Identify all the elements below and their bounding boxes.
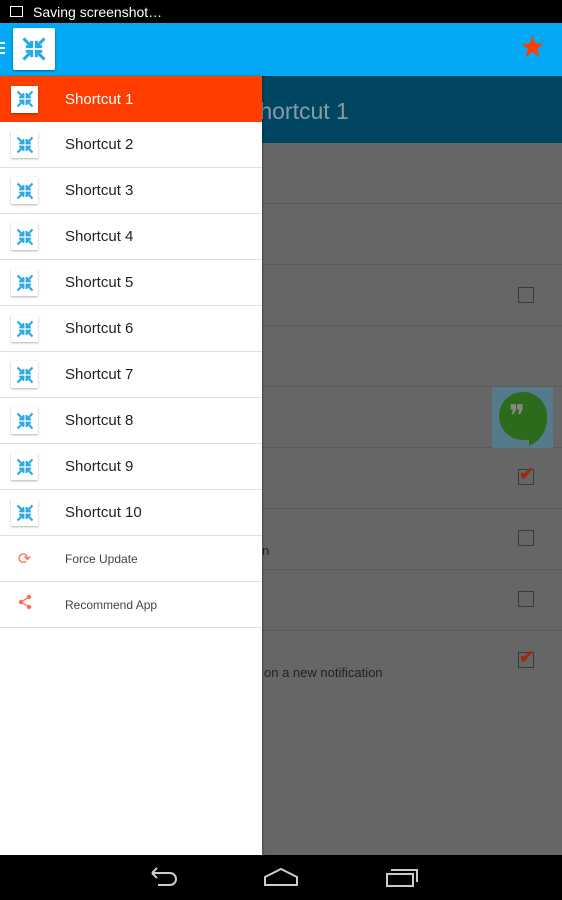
drawer-item-shortcut-8[interactable]: Shortcut 8 [0,398,262,444]
drawer-item-label: Shortcut 9 [65,458,134,475]
refresh-icon: ⟳ [17,550,32,568]
drawer-item-label: Force Update [65,551,138,566]
compress-arrows-icon [11,177,38,204]
drawer-item-shortcut-4[interactable]: Shortcut 4 [0,214,262,260]
drawer-item-shortcut-10[interactable]: Shortcut 10 [0,490,262,536]
drawer-item-label: Shortcut 5 [65,274,134,291]
compress-arrows-icon [11,85,38,113]
drawer-item-force-update[interactable]: ⟳ Force Update [0,536,262,582]
compress-arrows-icon[interactable] [13,28,55,70]
drawer-item-shortcut-3[interactable]: Shortcut 3 [0,168,262,214]
image-icon [10,6,23,17]
compress-arrows-icon [11,315,38,342]
drawer-item-recommend-app[interactable]: Recommend App [0,582,262,628]
status-bar: Saving screenshot… [0,0,562,23]
checkbox[interactable] [518,591,534,607]
drawer-item-label: Shortcut 2 [65,136,134,153]
drawer-item-label: Shortcut 3 [65,182,134,199]
drawer-item-shortcut-2[interactable]: Shortcut 2 [0,122,262,168]
svg-text:❞: ❞ [509,399,525,434]
hangouts-icon: ❞ [492,387,553,448]
drawer-item-label: Recommend App [65,597,158,612]
checkbox[interactable] [518,530,534,546]
share-icon [11,594,38,615]
app-bar: ★ [0,23,562,76]
drawer-item-label: Shortcut 4 [65,228,134,245]
back-icon[interactable] [144,865,178,894]
checkbox[interactable] [518,287,534,303]
status-text: Saving screenshot… [33,3,163,20]
compress-arrows-icon [11,361,38,388]
drawer-item-label: Shortcut 8 [65,412,134,429]
compress-arrows-icon [11,453,38,480]
drawer-item-label: Shortcut 10 [65,504,142,521]
drawer-item-label: Shortcut 1 [65,90,134,108]
navigation-drawer: Shortcut 1 Shortcut 2 Shortcut 3 Shortcut 4… [0,76,262,855]
drawer-item-shortcut-7[interactable]: Shortcut 7 [0,352,262,398]
home-icon[interactable] [263,865,299,894]
drawer-item-shortcut-6[interactable]: Shortcut 6 [0,306,262,352]
drawer-item-label: Shortcut 6 [65,320,134,337]
compress-arrows-icon [11,407,38,434]
drawer-item-label: Shortcut 7 [65,366,134,383]
recents-icon[interactable] [385,865,419,894]
compress-arrows-icon [11,269,38,296]
drawer-item-shortcut-1[interactable]: Shortcut 1 [0,76,262,122]
compress-arrows-icon [11,499,38,526]
drawer-item-shortcut-9[interactable]: Shortcut 9 [0,444,262,490]
star-icon[interactable]: ★ [519,33,546,63]
navigation-bar [0,855,562,900]
compress-arrows-icon [11,131,38,158]
menu-icon[interactable] [0,42,5,56]
drawer-item-shortcut-5[interactable]: Shortcut 5 [0,260,262,306]
compress-arrows-icon [11,223,38,250]
